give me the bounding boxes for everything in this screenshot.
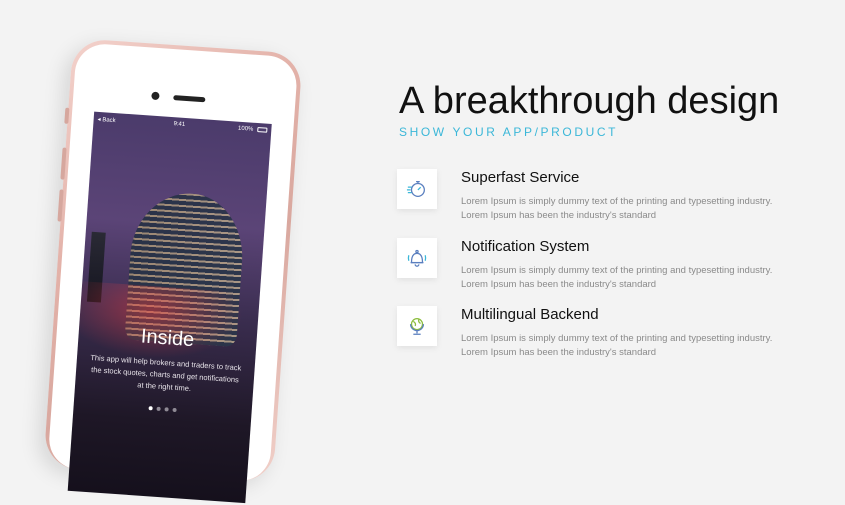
phone-volume-up: [60, 147, 67, 180]
globe-icon: [397, 306, 437, 346]
phone-volume-down: [57, 189, 64, 222]
phone-mockup: ◂ Back 9:41 100% Inside This app will he…: [43, 37, 303, 504]
speaker-grille: [173, 95, 206, 103]
status-bar: ◂ Back 9:41 100%: [93, 112, 272, 138]
camera-icon: [151, 91, 160, 101]
page-dot[interactable]: [148, 406, 153, 411]
status-battery: 100%: [237, 125, 254, 133]
page-dot[interactable]: [156, 406, 161, 411]
page-subtitle: SHOW YOUR APP/PRODUCT: [399, 125, 619, 139]
feature-description: Lorem Ipsum is simply dummy text of the …: [461, 265, 773, 290]
battery-icon: [257, 127, 268, 133]
bell-icon: [397, 238, 437, 278]
phone-face: ◂ Back 9:41 100% Inside This app will he…: [47, 42, 299, 504]
back-link[interactable]: ◂ Back: [97, 116, 115, 124]
status-time: 9:41: [173, 121, 186, 128]
feature-item-superfast-service: Superfast Service Lorem Ipsum is simply …: [397, 169, 817, 229]
feature-description: Lorem Ipsum is simply dummy text of the …: [461, 333, 773, 358]
feature-description: Lorem Ipsum is simply dummy text of the …: [461, 196, 773, 221]
feature-title: Multilingual Backend: [461, 306, 599, 323]
stopwatch-icon: [397, 169, 437, 209]
feature-title: Notification System: [461, 238, 590, 255]
feature-title: Superfast Service: [461, 169, 580, 186]
phone-mute-switch: [64, 107, 70, 124]
phone-screen: ◂ Back 9:41 100% Inside This app will he…: [67, 111, 272, 504]
page-title: A breakthrough design: [399, 80, 780, 122]
page-indicator[interactable]: [74, 401, 252, 417]
feature-item-multilingual-backend: Multilingual Backend Lorem Ipsum is simp…: [397, 306, 817, 366]
feature-item-notification-system: Notification System Lorem Ipsum is simpl…: [397, 238, 817, 298]
page-dot[interactable]: [172, 407, 177, 413]
page-dot[interactable]: [164, 407, 169, 412]
